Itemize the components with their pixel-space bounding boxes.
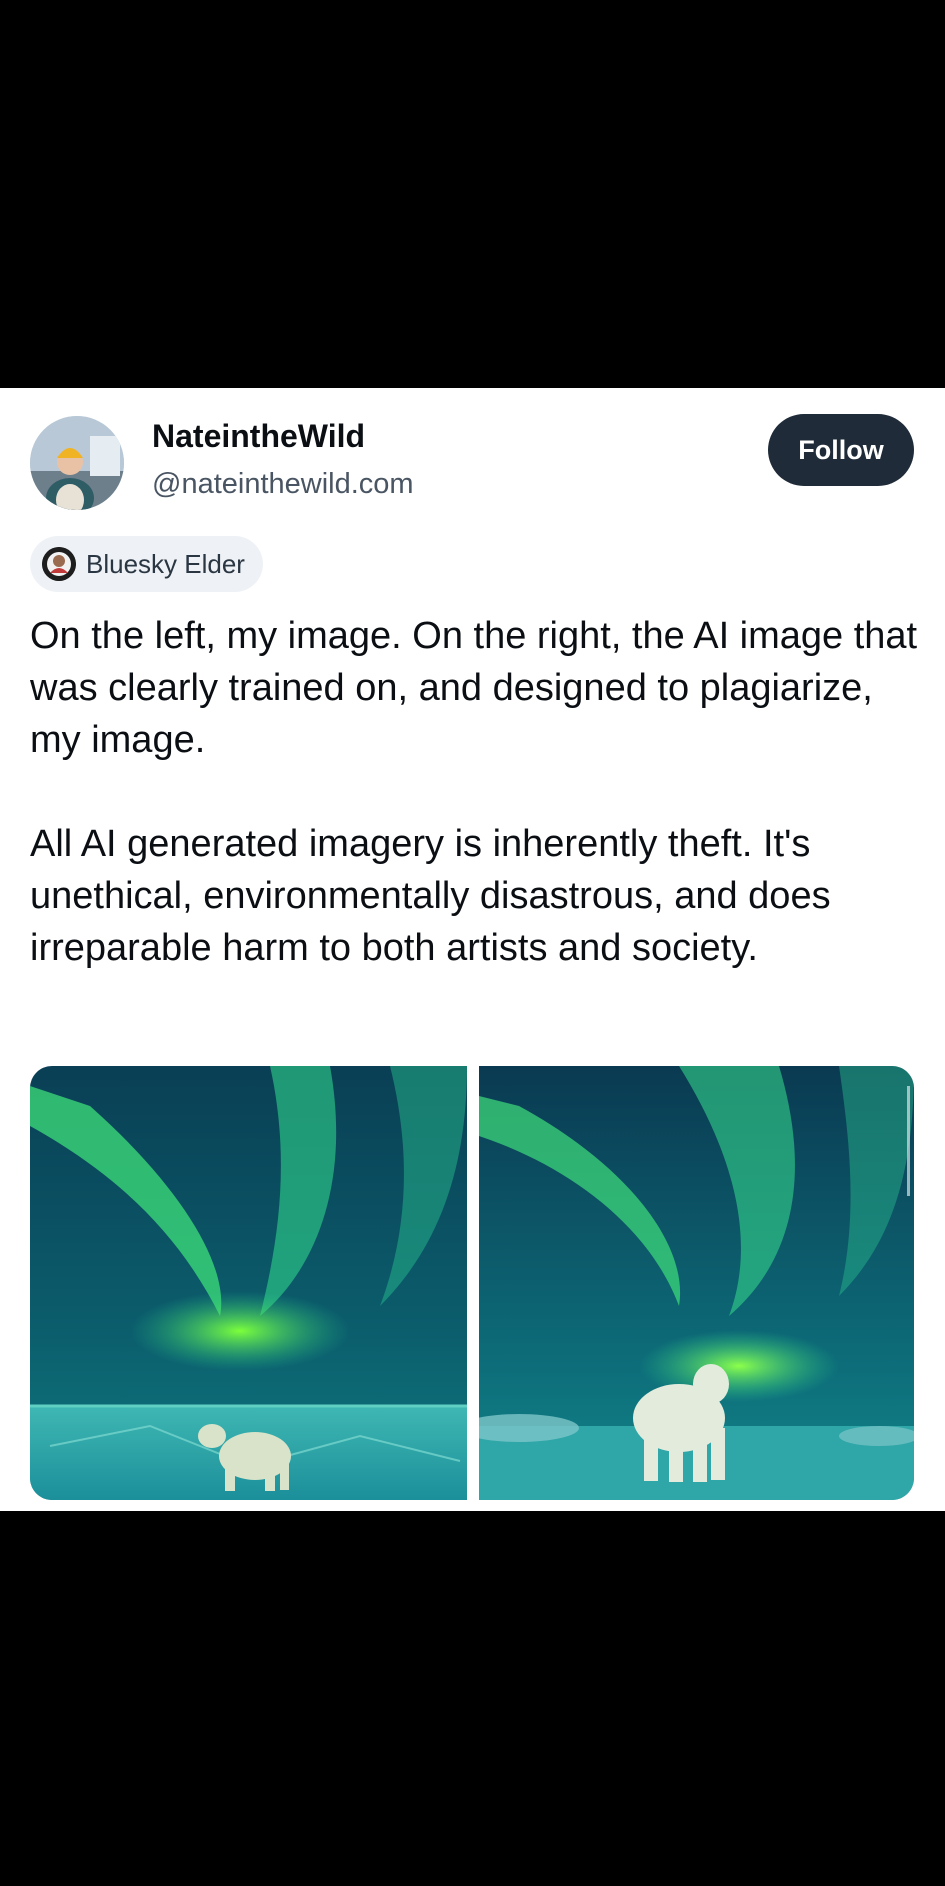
post-paragraph: All AI generated imagery is inherently t…	[30, 823, 831, 969]
avatar[interactable]	[30, 416, 124, 510]
display-name[interactable]: NateintheWild	[152, 418, 365, 455]
aurora-polar-bear-photo-icon	[30, 1066, 467, 1500]
follow-button[interactable]: Follow	[768, 414, 914, 486]
post-image-left[interactable]	[30, 1066, 467, 1500]
bluesky-elder-icon	[42, 547, 76, 581]
post-image-right[interactable]	[479, 1066, 914, 1500]
badge-label: Bluesky Elder	[86, 548, 245, 579]
avatar-photo-icon	[30, 416, 124, 510]
profile-badge[interactable]: Bluesky Elder	[30, 536, 263, 592]
post-text: On the left, my image. On the right, the…	[30, 610, 920, 974]
aurora-polar-bear-ai-image-icon	[479, 1066, 914, 1500]
post-paragraph: On the left, my image. On the right, the…	[30, 615, 918, 761]
user-handle[interactable]: @nateinthewild.com	[152, 468, 414, 501]
